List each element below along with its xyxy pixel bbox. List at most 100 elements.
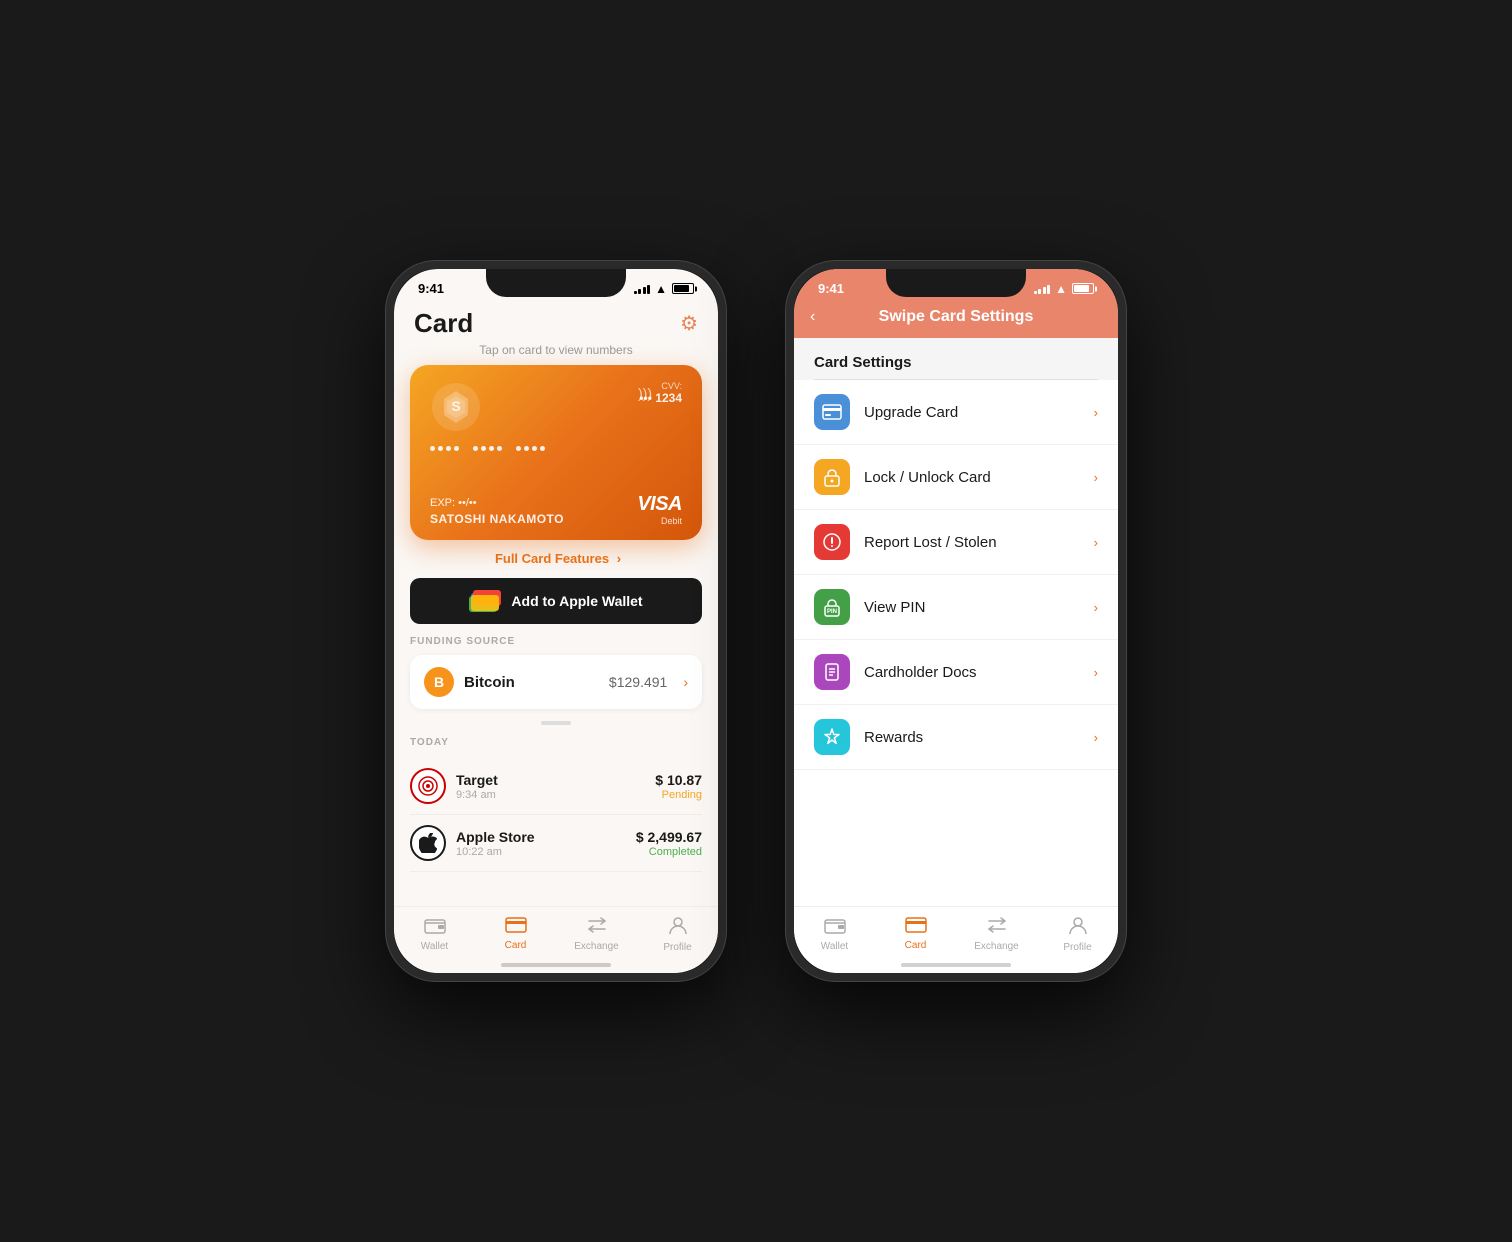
view-pin-label: View PIN xyxy=(864,599,1080,616)
card-nav-icon xyxy=(505,917,527,938)
battery-icon-right xyxy=(1072,283,1094,294)
target-info: Target 9:34 am xyxy=(456,772,645,801)
apple-wallet-button[interactable]: Add to Apple Wallet xyxy=(410,578,702,624)
nav-profile-right[interactable]: Profile xyxy=(1037,915,1118,953)
settings-report-lost[interactable]: Report Lost / Stolen › xyxy=(794,510,1118,575)
card-subtitle: Tap on card to view numbers xyxy=(394,343,718,365)
signal-icon-left xyxy=(634,283,651,294)
upgrade-card-label: Upgrade Card xyxy=(864,404,1080,421)
cardholder-docs-chevron: › xyxy=(1094,665,1098,680)
battery-icon-left xyxy=(672,283,694,294)
home-indicator-right xyxy=(901,963,1011,967)
nav-exchange-right[interactable]: Exchange xyxy=(956,916,1037,952)
target-merchant-icon xyxy=(410,768,446,804)
wallet-nav-icon xyxy=(424,916,446,939)
profile-nav-icon xyxy=(668,915,688,940)
lock-unlock-icon xyxy=(814,459,850,495)
exchange-nav-label: Exchange xyxy=(574,941,618,952)
settings-lock-unlock[interactable]: Lock / Unlock Card › xyxy=(794,445,1118,510)
target-amount: $ 10.87 Pending xyxy=(655,772,702,801)
view-pin-chevron: › xyxy=(1094,600,1098,615)
settings-section-label: Card Settings xyxy=(794,338,1118,379)
settings-list: Upgrade Card › Lock / Unlock Card › xyxy=(794,380,1118,906)
funding-chevron: › xyxy=(683,674,688,690)
card-nav-label: Card xyxy=(505,940,527,951)
time-right: 9:41 xyxy=(818,281,844,296)
card-bottom: EXP: ••/•• SATOSHI NAKAMOTO VISA Debit xyxy=(430,493,682,526)
transaction-target[interactable]: Target 9:34 am $ 10.87 Pending xyxy=(410,758,702,815)
apple-time: 10:22 am xyxy=(456,846,626,858)
funding-label: FUNDING SOURCE xyxy=(410,636,702,647)
wallet-nav-label: Wallet xyxy=(421,941,448,952)
left-phone: 9:41 ▲ Card ⚙ Tap on card t xyxy=(386,261,726,981)
transaction-apple[interactable]: Apple Store 10:22 am $ 2,499.67 Complete… xyxy=(410,815,702,872)
nav-card-left[interactable]: Card xyxy=(475,917,556,951)
today-label: TODAY xyxy=(410,737,702,748)
right-phone: 9:41 ▲ ‹ Swipe Card Settings xyxy=(786,261,1126,981)
apple-name: Apple Store xyxy=(456,829,626,845)
card-nav-label-right: Card xyxy=(905,940,927,951)
nav-exchange-left[interactable]: Exchange xyxy=(556,916,637,952)
svg-text:PIN: PIN xyxy=(827,609,837,615)
back-button[interactable]: ‹ xyxy=(810,308,815,326)
settings-header: ‹ Swipe Card Settings xyxy=(794,300,1118,338)
report-lost-chevron: › xyxy=(1094,535,1098,550)
visa-sub: Debit xyxy=(637,516,682,526)
settings-upgrade-card[interactable]: Upgrade Card › xyxy=(794,380,1118,445)
credit-card[interactable]: S CVV: ••• 1234 ))) xyxy=(410,365,702,540)
lock-unlock-label: Lock / Unlock Card xyxy=(864,469,1080,486)
profile-nav-label: Profile xyxy=(663,942,691,953)
right-screen: 9:41 ▲ ‹ Swipe Card Settings xyxy=(794,269,1118,973)
lock-unlock-chevron: › xyxy=(1094,470,1098,485)
home-indicator-left xyxy=(501,963,611,967)
exchange-nav-icon xyxy=(586,916,608,939)
bitcoin-icon: B xyxy=(424,667,454,697)
apple-amount: $ 2,499.67 Completed xyxy=(636,829,702,858)
full-features-link[interactable]: Full Card Features › xyxy=(394,540,718,578)
funding-amount: $129.491 xyxy=(609,674,667,690)
target-amount-value: $ 10.87 xyxy=(655,772,702,788)
nav-card-right[interactable]: Card xyxy=(875,917,956,951)
wifi-icon-left: ▲ xyxy=(655,282,667,296)
settings-cardholder-docs[interactable]: Cardholder Docs › xyxy=(794,640,1118,705)
settings-rewards[interactable]: Rewards › xyxy=(794,705,1118,770)
target-time: 9:34 am xyxy=(456,789,645,801)
card-dots-3 xyxy=(516,446,545,451)
time-left: 9:41 xyxy=(418,281,444,296)
rewards-label: Rewards xyxy=(864,729,1080,746)
wallet-cards-icon xyxy=(469,590,501,612)
nav-wallet-right[interactable]: Wallet xyxy=(794,916,875,952)
nav-profile-left[interactable]: Profile xyxy=(637,915,718,953)
visa-label: VISA xyxy=(637,493,682,516)
wallet-nav-icon-right xyxy=(824,916,846,939)
apple-wallet-text: Add to Apple Wallet xyxy=(511,593,642,609)
back-chevron: ‹ xyxy=(810,308,815,326)
contactless-icon: ))) xyxy=(638,385,652,401)
cardholder-docs-label: Cardholder Docs xyxy=(864,664,1080,681)
status-icons-right: ▲ xyxy=(1034,282,1094,296)
notch-right xyxy=(886,269,1026,297)
card-number-row xyxy=(430,446,682,451)
upgrade-card-chevron: › xyxy=(1094,405,1098,420)
nav-wallet-left[interactable]: Wallet xyxy=(394,916,475,952)
card-visa: VISA Debit xyxy=(637,493,682,526)
signal-icon-right xyxy=(1034,283,1051,294)
funding-section: FUNDING SOURCE B Bitcoin $129.491 › xyxy=(394,636,718,717)
funding-item[interactable]: B Bitcoin $129.491 › xyxy=(410,655,702,709)
upgrade-card-icon xyxy=(814,394,850,430)
gear-icon[interactable]: ⚙ xyxy=(680,311,698,336)
settings-view-pin[interactable]: PIN View PIN › xyxy=(794,575,1118,640)
card-dots-2 xyxy=(473,446,502,451)
wallet-nav-label-right: Wallet xyxy=(821,941,848,952)
card-brand-logo: S xyxy=(430,381,482,433)
left-screen: 9:41 ▲ Card ⚙ Tap on card t xyxy=(394,269,718,973)
report-lost-icon xyxy=(814,524,850,560)
cardholder-name: SATOSHI NAKAMOTO xyxy=(430,512,564,526)
profile-nav-label-right: Profile xyxy=(1063,942,1091,953)
card-header: Card ⚙ xyxy=(394,300,718,343)
funding-name: Bitcoin xyxy=(464,674,599,691)
exchange-nav-icon-right xyxy=(986,916,1008,939)
rewards-icon xyxy=(814,719,850,755)
profile-nav-icon-right xyxy=(1068,915,1088,940)
report-lost-label: Report Lost / Stolen xyxy=(864,534,1080,551)
